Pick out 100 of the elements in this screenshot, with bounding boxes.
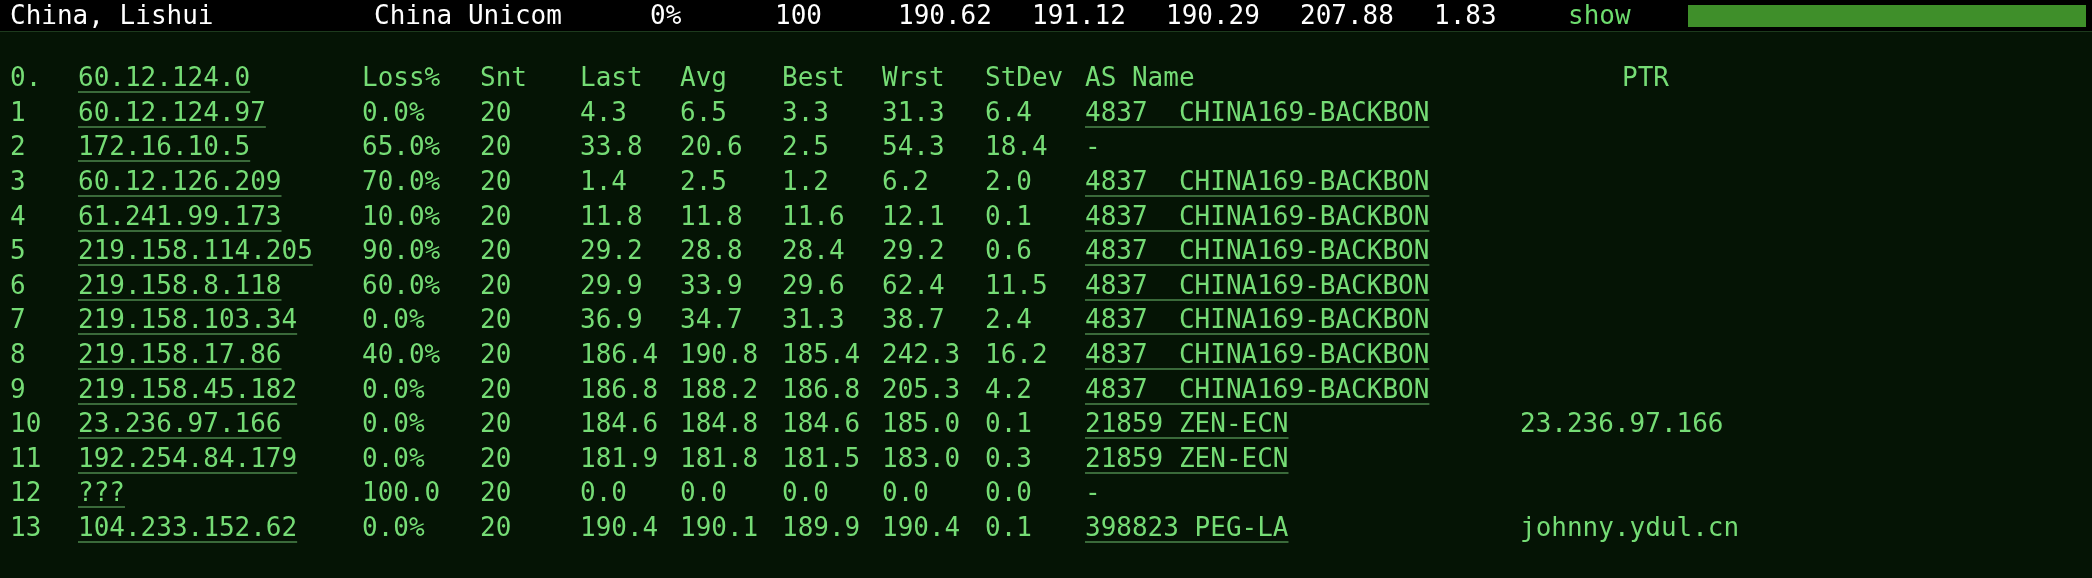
as-name-text: -	[1085, 477, 1101, 508]
last-cell: 186.4	[580, 339, 659, 370]
host-link[interactable]: 61.241.99.173	[78, 200, 282, 231]
sent-cell: 20	[480, 373, 512, 404]
hop-index: 5	[10, 235, 27, 266]
avg-cell: 28.8	[680, 235, 743, 266]
stdev-cell: 2.0	[985, 166, 1032, 197]
host-link[interactable]: 23.236.97.166	[78, 408, 282, 439]
wrst-cell: 185.0	[882, 408, 961, 439]
sent-cell: 20	[480, 131, 512, 162]
stdev-cell: 0.1	[985, 512, 1032, 542]
hop-index: 10	[10, 408, 43, 439]
as-name-link[interactable]: 21859 ZEN-ECN	[1085, 442, 1289, 473]
avg-cell: 11.8	[680, 200, 743, 231]
host-link[interactable]: 60.12.124.97	[78, 96, 266, 127]
column-header: Best	[782, 62, 845, 93]
wrst-cell: 242.3	[882, 339, 961, 370]
column-header: StDev	[985, 62, 1064, 93]
last-cell: 29.9	[580, 269, 643, 300]
host-link[interactable]: ???	[78, 477, 125, 508]
best-cell: 31.3	[782, 304, 845, 335]
sent-cell: 20	[480, 512, 512, 542]
show-link[interactable]: show	[1568, 0, 1688, 31]
as-name-link[interactable]: 4837 CHINA169-BACKBON	[1085, 200, 1430, 231]
loss-cell: 60.0%	[362, 269, 441, 300]
best-cell: 1.2	[782, 166, 829, 197]
host-link[interactable]: 219.158.8.118	[78, 269, 282, 300]
as-name-link[interactable]: 4837 CHINA169-BACKBON	[1085, 373, 1430, 404]
host-link[interactable]: 219.158.45.182	[78, 373, 298, 404]
hop-index: 3	[10, 166, 27, 197]
loss-cell: 40.0%	[362, 339, 441, 370]
wrst-cell: 190.4	[882, 512, 961, 542]
best-cell: 2.5	[782, 131, 829, 162]
stat-text: 190.62	[898, 0, 993, 31]
stdev-cell: 0.1	[985, 408, 1032, 439]
host-link[interactable]: 219.158.103.34	[78, 304, 298, 335]
sent-cell: 20	[480, 235, 512, 266]
hop-index: 11	[10, 442, 43, 473]
host-link[interactable]: 60.12.126.209	[78, 166, 282, 197]
as-name-link[interactable]: 398823 PEG-LA	[1085, 512, 1289, 542]
stdev-cell: 6.4	[985, 96, 1032, 127]
stat-text: 207.88	[1300, 0, 1395, 31]
best-cell: 184.6	[782, 408, 861, 439]
host-link[interactable]: 172.16.10.5	[78, 131, 251, 162]
avg-cell: 184.8	[680, 408, 759, 439]
best-cell: 3.3	[782, 96, 829, 127]
ptr-cell: johnny.ydul.cn	[1520, 512, 1740, 542]
host-link[interactable]: 219.158.114.205	[78, 235, 313, 266]
wrst-cell: 31.3	[882, 96, 945, 127]
hop-index: 1	[10, 96, 27, 127]
avg-cell: 190.8	[680, 339, 759, 370]
sent-cell: 20	[480, 269, 512, 300]
as-name-link[interactable]: 4837 CHINA169-BACKBON	[1085, 235, 1430, 266]
as-name-link[interactable]: 4837 CHINA169-BACKBON	[1085, 304, 1430, 335]
host-link[interactable]: 104.233.152.62	[78, 512, 298, 542]
as-name-link[interactable]: 4837 CHINA169-BACKBON	[1085, 339, 1430, 370]
stat-text: 1.83	[1434, 0, 1498, 31]
stdev-cell: 18.4	[985, 131, 1048, 162]
wrst-cell: 62.4	[882, 269, 945, 300]
hop-index: 8	[10, 339, 27, 370]
hop-index: 7	[10, 304, 27, 335]
stdev-cell: 0.1	[985, 200, 1032, 231]
stdev-cell: 16.2	[985, 339, 1048, 370]
wrst-cell: 183.0	[882, 442, 961, 473]
as-name-link[interactable]: 4837 CHINA169-BACKBON	[1085, 269, 1430, 300]
sent-cell: 20	[480, 304, 512, 335]
avg-cell: 6.5	[680, 96, 727, 127]
column-header: Last	[580, 62, 643, 93]
loss-cell: 0.0%	[362, 512, 425, 542]
loss-cell: 70.0%	[362, 166, 441, 197]
sent-cell: 20	[480, 477, 512, 508]
last-cell: 11.8	[580, 200, 643, 231]
best-cell: 11.6	[782, 200, 845, 231]
sent-cell: 20	[480, 96, 512, 127]
as-name-link[interactable]: 4837 CHINA169-BACKBON	[1085, 166, 1430, 197]
wrst-cell: 54.3	[882, 131, 945, 162]
loss-cell: 0.0%	[362, 96, 425, 127]
wrst-cell: 29.2	[882, 235, 945, 266]
avg-cell: 33.9	[680, 269, 743, 300]
last-cell: 1.4	[580, 166, 627, 197]
as-name-link[interactable]: 21859 ZEN-ECN	[1085, 408, 1289, 439]
last-cell: 4.3	[580, 96, 627, 127]
loss-cell: 0.0%	[362, 442, 425, 473]
hop-index: 2	[10, 131, 27, 162]
wrst-cell: 205.3	[882, 373, 961, 404]
as-name-link[interactable]: 4837 CHINA169-BACKBON	[1085, 96, 1430, 127]
hop-index: 4	[10, 200, 27, 231]
host-link[interactable]: 60.12.124.0	[78, 62, 251, 93]
loss-cell: 0.0%	[362, 373, 425, 404]
host-link[interactable]: 192.254.84.179	[78, 442, 298, 473]
last-cell: 181.9	[580, 442, 659, 473]
loss-cell: 90.0%	[362, 235, 441, 266]
avg-cell: 181.8	[680, 442, 759, 473]
avg-cell: 0.0	[680, 477, 727, 508]
column-header: Avg	[680, 62, 727, 93]
best-cell: 181.5	[782, 442, 861, 473]
avg-cell: 190.1	[680, 512, 759, 542]
stdev-cell: 0.6	[985, 235, 1032, 266]
host-link[interactable]: 219.158.17.86	[78, 339, 282, 370]
avg-cell: 188.2	[680, 373, 759, 404]
